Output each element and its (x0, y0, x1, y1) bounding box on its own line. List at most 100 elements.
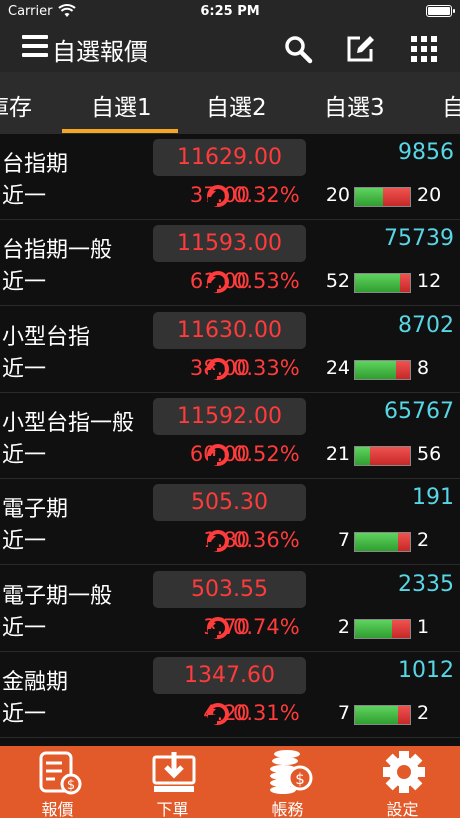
contract-month: 近一 (2, 270, 47, 296)
last-price: 1347.60 (184, 662, 275, 688)
ask-ratio-fill (391, 619, 410, 638)
price-up-arrow-icon (207, 616, 229, 639)
change-percent: 0.53% (233, 269, 300, 294)
contract-name: 電子期一般 (2, 583, 113, 609)
quote-row[interactable]: 電子期一般 近一 503.55 2335 3.70 0.74% 2 1 (0, 566, 460, 652)
price-up-arrow-icon (207, 530, 229, 553)
contract-month: 近一 (2, 701, 47, 727)
ask-ratio-fill (397, 533, 410, 552)
volume: 9856 (398, 140, 454, 165)
contract-name: 小型台指一般 (2, 410, 135, 436)
grid-icon[interactable] (409, 34, 439, 64)
price-up-arrow-icon (207, 702, 229, 725)
battery-icon (426, 5, 455, 17)
tab-inventory[interactable]: 庫存 (0, 88, 32, 122)
status-bar: Carrier 6:25 PM (0, 0, 460, 24)
change-percent: 0.33% (233, 355, 300, 380)
clock: 6:25 PM (200, 4, 260, 19)
tab-order[interactable]: 下單 (115, 746, 230, 818)
change-percent: 0.32% (233, 183, 300, 207)
last-price-box: 11629.00 (153, 139, 306, 176)
bid-ask-ratio-bar (354, 532, 411, 553)
quote-row[interactable]: 台指期一般 近一 11593.00 75739 61.00 0.53% 52 12 (0, 220, 460, 307)
quote-row[interactable]: 小型台指一般 近一 11592.00 65767 60.00 0.52% 21 56 (0, 393, 460, 479)
bid-ratio-fill (355, 619, 392, 638)
page-title: 自選報價 (52, 38, 148, 66)
order-icon (152, 752, 196, 792)
hamburger-menu-icon[interactable] (22, 34, 50, 62)
bid-ask-ratio-bar (354, 445, 411, 466)
contract-name: 小型台指 (2, 324, 91, 350)
ask-count: 2 (417, 701, 430, 724)
bid-ask-ratio-bar (354, 273, 411, 294)
contract-name: 台指期一般 (2, 238, 113, 264)
tab-watchlist-4[interactable]: 自 (442, 88, 460, 122)
bid-ratio-fill (355, 360, 397, 379)
tab-watchlist-1[interactable]: 自選1 (91, 88, 152, 122)
last-price: 505.30 (191, 490, 268, 516)
edit-icon[interactable] (345, 34, 375, 64)
last-price-box: 503.55 (153, 570, 306, 608)
search-icon[interactable] (283, 34, 313, 64)
bid-ratio-fill (355, 705, 398, 724)
nav-bar: 自選報價 (0, 24, 460, 72)
ask-count: 8 (417, 356, 430, 379)
quote-row[interactable]: 小型台指 近一 11630.00 8702 38.00 0.33% 24 8 (0, 307, 460, 393)
ask-ratio-fill (369, 446, 410, 465)
contract-name: 電子期 (2, 497, 69, 523)
ask-count: 1 (417, 615, 430, 638)
bid-ask-ratio-bar (354, 187, 411, 207)
quote-row[interactable]: 金融期 近一 1347.60 1012 4.20 0.31% 7 2 (0, 652, 460, 738)
bid-ratio-fill (355, 274, 400, 293)
bid-ratio-fill (355, 188, 383, 206)
bid-count: 52 (325, 270, 350, 293)
tab-quote[interactable]: $ 報價 (0, 746, 115, 818)
ask-ratio-fill (399, 274, 410, 293)
contract-month: 近一 (2, 442, 47, 468)
bid-count: 24 (325, 356, 350, 379)
tab-watchlist-3[interactable]: 自選3 (324, 88, 385, 122)
quote-list[interactable]: 台指期 近一 11629.00 9856 37.00 0.32% 20 20 台指期一般 近一 11… (0, 134, 460, 746)
bid-ratio-fill (355, 446, 370, 465)
last-price-box: 11630.00 (153, 311, 306, 349)
contract-name: 台指期 (2, 152, 69, 177)
quote-row[interactable]: 電子期 近一 505.30 191 1.80 0.36% 7 2 (0, 479, 460, 566)
quote-icon: $ (39, 751, 82, 795)
bid-count: 2 (337, 615, 350, 638)
ask-count: 56 (417, 442, 442, 465)
active-tab-indicator (62, 129, 178, 133)
contract-name: 金融期 (2, 669, 69, 695)
tab-quote-label: 報價 (41, 800, 74, 818)
contract-month: 近一 (2, 356, 47, 382)
volume: 1012 (398, 657, 454, 683)
price-up-arrow-icon (207, 357, 229, 380)
tab-account-label: 帳務 (271, 800, 304, 818)
volume: 8702 (398, 312, 454, 338)
ask-ratio-fill (382, 188, 410, 206)
tab-account[interactable]: $ 帳務 (230, 746, 345, 818)
svg-text:$: $ (295, 770, 305, 788)
last-price-box: 1347.60 (153, 656, 306, 694)
bid-count: 21 (325, 442, 350, 465)
tab-settings[interactable]: 設定 (345, 746, 460, 818)
volume: 65767 (384, 398, 454, 424)
quote-row[interactable]: 台指期 近一 11629.00 9856 37.00 0.32% 20 20 (0, 134, 460, 220)
last-price: 11630.00 (177, 317, 282, 343)
contract-month: 近一 (2, 184, 47, 209)
contract-month: 近一 (2, 615, 47, 641)
change-percent: 0.52% (233, 441, 300, 466)
bid-count: 20 (325, 184, 350, 206)
settings-icon (383, 751, 425, 793)
ask-count: 2 (417, 529, 430, 552)
change-percent: 0.36% (233, 528, 300, 553)
bid-count: 7 (337, 529, 350, 552)
last-price: 503.55 (191, 576, 268, 602)
price-up-arrow-icon (207, 271, 229, 294)
bid-count: 7 (337, 701, 350, 724)
last-price-box: 11592.00 (153, 397, 306, 435)
change-percent: 0.31% (233, 700, 300, 725)
ask-count: 12 (417, 270, 442, 293)
tab-watchlist-2[interactable]: 自選2 (206, 88, 267, 122)
ask-count: 20 (417, 184, 442, 206)
tab-settings-label: 設定 (386, 800, 419, 818)
